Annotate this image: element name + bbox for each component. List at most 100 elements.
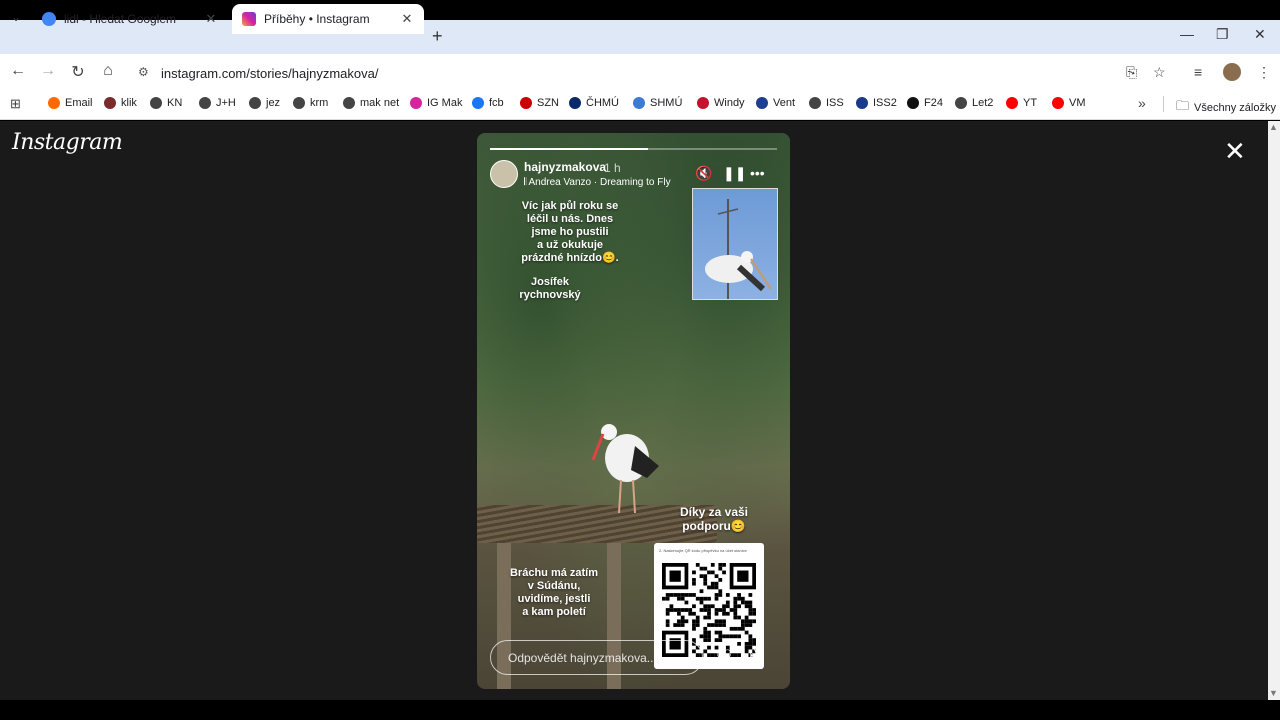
bookmark-f24[interactable]: F24 (907, 97, 943, 109)
bookmark-favicon-icon (697, 97, 709, 109)
folder-icon: 🗀 (1176, 98, 1190, 113)
bookmark-favicon-icon (907, 97, 919, 109)
bookmark-label: SHMÚ (650, 97, 683, 109)
bookmark-label: SZN (537, 97, 559, 109)
bookmark-favicon-icon (343, 97, 355, 109)
bookmark--hm-[interactable]: ČHMÚ (569, 97, 619, 109)
story-caption-top: Víc jak půl roku se léčil u nás. Dnes js… (521, 200, 619, 264)
bookmark-label: F24 (924, 97, 943, 109)
qr-caption: 2. Naskenujte QR kódu příspěvku na účet … (659, 548, 747, 553)
window-close-icon[interactable]: ✕ (1254, 26, 1266, 43)
story-progress-fill (490, 148, 648, 150)
bookmark-iss[interactable]: ISS (809, 97, 844, 109)
inset-stork-photo (692, 188, 778, 300)
tab-instagram[interactable]: Příběhy • Instagram ✕ (232, 4, 424, 34)
story-user-avatar[interactable] (490, 160, 518, 188)
story-caption-thanks: Díky za vaši podporu😊 (679, 505, 749, 533)
media-control-icon[interactable]: ≡ (1194, 64, 1202, 80)
instagram-logo[interactable]: Instagram (12, 130, 123, 155)
install-app-icon[interactable]: ⎘ (1126, 64, 1137, 81)
close-story-icon[interactable]: ✕ (1224, 136, 1246, 167)
bookmark-windy[interactable]: Windy (697, 97, 745, 109)
tab-google[interactable]: lidl - Hledat Googlem ✕ (32, 4, 228, 34)
bookmark-favicon-icon (756, 97, 768, 109)
bookmark-fcb[interactable]: fcb (472, 97, 504, 109)
pause-icon[interactable]: ❚❚ (723, 165, 746, 182)
bookmark-favicon-icon (1006, 97, 1018, 109)
stork-image (591, 424, 659, 514)
reload-icon[interactable]: ↻ (68, 62, 88, 82)
bookmark-favicon-icon (955, 97, 967, 109)
bookmark-jez[interactable]: jez (249, 97, 280, 109)
close-icon[interactable]: ✕ (204, 11, 218, 27)
menu-kebab-icon[interactable]: ⋮ (1257, 64, 1271, 81)
send-icon[interactable]: ✈ (749, 646, 764, 667)
bookmark-label: Windy (714, 97, 745, 109)
all-bookmarks-folder[interactable]: 🗀 Všechny záložky (1176, 97, 1276, 119)
story-username[interactable]: hajnyzmakova (524, 160, 606, 174)
bookmark-let2[interactable]: Let2 (955, 97, 993, 109)
bookmarks-separator (1163, 96, 1164, 112)
tab-title: Příběhy • Instagram (264, 12, 370, 26)
heart-icon[interactable]: ♡ (715, 645, 733, 670)
bookmark-favicon-icon (48, 97, 60, 109)
bookmark-label: Vent (773, 97, 796, 109)
bookmark-klik[interactable]: klik (104, 97, 137, 109)
bookmark-label: jez (266, 97, 281, 109)
minimize-icon[interactable]: — (1180, 26, 1194, 42)
story-card[interactable]: hajnyzmakova 1 h 𝄃 Andrea Vanzo · Dreami… (477, 133, 790, 689)
bookmark-j-h[interactable]: J+H (199, 97, 236, 109)
bookmark-vm[interactable]: VM (1052, 97, 1086, 109)
story-music[interactable]: 𝄃 Andrea Vanzo · Dreaming to Fly (524, 177, 671, 188)
bookmark-label: VM (1069, 97, 1086, 109)
inset-stork-image (705, 199, 772, 299)
close-icon[interactable]: ✕ (400, 11, 414, 27)
bookmark-label: KN (167, 97, 183, 109)
bookmark-label: fcb (489, 97, 504, 109)
bookmark-label: ISS (826, 97, 844, 109)
profile-avatar[interactable] (1223, 63, 1241, 81)
home-icon[interactable]: ⌂ (98, 62, 118, 80)
scrollbar[interactable] (1268, 121, 1280, 700)
more-options-icon[interactable]: ••• (750, 165, 765, 181)
site-settings-icon[interactable]: ⚙ (138, 65, 149, 79)
scroll-up-icon[interactable]: ▲ (1269, 122, 1278, 132)
scroll-down-icon[interactable]: ▼ (1269, 688, 1278, 698)
instagram-favicon-icon (242, 12, 256, 26)
bookmark-iss2[interactable]: ISS2 (856, 97, 897, 109)
bookmark-mak-net[interactable]: mak net (343, 97, 399, 109)
bookmark-favicon-icon (249, 97, 261, 109)
restore-icon[interactable]: ❐ (1216, 26, 1229, 43)
forward-arrow-icon[interactable]: → (38, 62, 58, 80)
new-tab-plus-icon[interactable]: + (432, 26, 443, 47)
muted-speaker-icon[interactable]: 🔇 (695, 165, 712, 182)
bookmark-favicon-icon (150, 97, 162, 109)
bookmark-yt[interactable]: YT (1006, 97, 1037, 109)
bookmark-favicon-icon (520, 97, 532, 109)
more-bookmarks-chevron-icon[interactable]: » (1138, 95, 1146, 111)
bookmark-shm-[interactable]: SHMÚ (633, 97, 682, 109)
bookmark-krm[interactable]: krm (293, 97, 328, 109)
story-reply-input[interactable]: Odpovědět hajnyzmakova... (490, 640, 703, 675)
google-favicon-icon (42, 12, 56, 26)
bookmark-label: J+H (216, 97, 236, 109)
url-text[interactable]: instagram.com/stories/hajnyzmakova/ (161, 66, 378, 81)
bookmark-email[interactable]: Email (48, 97, 93, 109)
apps-grid-icon[interactable]: ⊞ (10, 96, 21, 112)
bookmark-label: Let2 (972, 97, 994, 109)
back-arrow-icon[interactable]: ← (8, 62, 28, 80)
bookmark-star-icon[interactable]: ☆ (1153, 64, 1166, 81)
bookmark-ig-mak[interactable]: IG Mak (410, 97, 462, 109)
bookmark-favicon-icon (199, 97, 211, 109)
bookmark-vent[interactable]: Vent (756, 97, 795, 109)
story-caption-brother: Bráchu má zatím v Súdánu, uvidíme, jestl… (509, 567, 599, 618)
bookmark-favicon-icon (633, 97, 645, 109)
bookmark-kn[interactable]: KN (150, 97, 182, 109)
bookmark-label: klik (121, 97, 137, 109)
tab-search-chevron-icon[interactable]: ⌄ (6, 7, 26, 27)
bookmark-label: ISS2 (873, 97, 897, 109)
story-caption-name: Josífek rychnovský (519, 276, 581, 301)
bookmark-favicon-icon (1052, 97, 1064, 109)
all-bookmarks-label: Všechny záložky (1194, 102, 1276, 114)
bookmark-szn[interactable]: SZN (520, 97, 559, 109)
